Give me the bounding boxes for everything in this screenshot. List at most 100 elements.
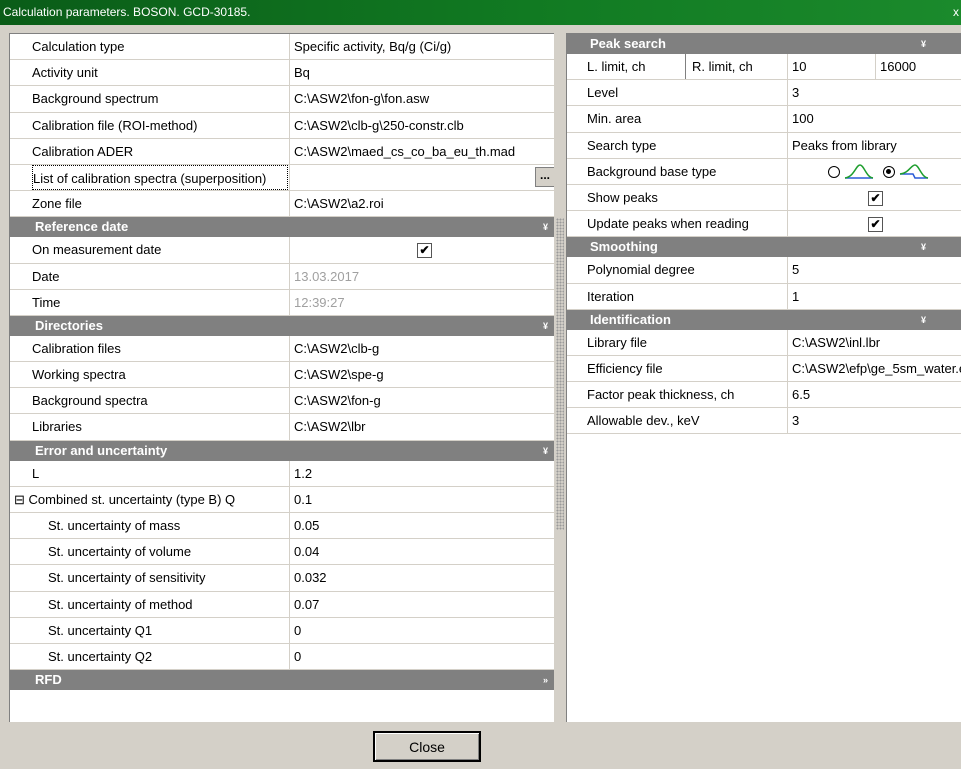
iteration-field[interactable]: 1 (787, 283, 961, 309)
calibration-ader-field[interactable]: C:\ASW2\maed_cs_co_ba_eu_th.mad (289, 138, 554, 164)
section-title: Peak search (590, 36, 666, 51)
prop-row-level[interactable]: Level 3 (567, 80, 961, 107)
working-spectra-dir-field[interactable]: C:\ASW2\spe-g (289, 362, 554, 388)
calibration-spectra-list-field[interactable]: ... (289, 164, 554, 191)
background-spectra-dir-field[interactable]: C:\ASW2\fon-g (289, 388, 554, 414)
step-background-peak-icon (899, 164, 929, 180)
update-peaks-checkbox[interactable]: ✔ (868, 217, 883, 233)
search-type-field[interactable]: Peaks from library (787, 132, 961, 158)
prop-row-date[interactable]: Date 13.03.2017 (10, 263, 554, 290)
section-rfd[interactable]: RFD » (10, 670, 554, 691)
uncertainty-sensitivity-field[interactable]: 0.032 (289, 565, 554, 591)
date-field[interactable]: 13.03.2017 (289, 263, 554, 289)
background-spectrum-field[interactable]: C:\ASW2\fon-g\fon.asw (289, 86, 554, 112)
calculation-type-field[interactable]: Specific activity, Bq/g (Ci/g) (289, 34, 554, 60)
window-close-icon[interactable]: x (953, 0, 959, 25)
collapse-chevron-icon[interactable]: ¥ (543, 441, 548, 461)
uncertainty-q1-field[interactable]: 0 (289, 617, 554, 643)
l-field[interactable]: 1.2 (289, 460, 554, 486)
l-limit-field[interactable]: 10 (787, 54, 875, 80)
prop-row-polynomial-degree[interactable]: Polynomial degree 5 (567, 257, 961, 284)
section-directories[interactable]: Directories ¥ (10, 315, 554, 336)
level-field[interactable]: 3 (787, 80, 961, 106)
prop-row-uncertainty-method[interactable]: St. uncertainty of method 0.07 (10, 591, 554, 618)
prop-row-zone-file[interactable]: Zone file C:\ASW2\a2.roi (10, 191, 554, 218)
collapse-chevron-icon[interactable]: ¥ (543, 217, 548, 237)
prop-row-uncertainty-q1[interactable]: St. uncertainty Q1 0 (10, 617, 554, 644)
prop-row-calibration-files[interactable]: Calibration files C:\ASW2\clb-g (10, 335, 554, 363)
polynomial-degree-field[interactable]: 5 (787, 257, 961, 283)
prop-row-calibration-ader[interactable]: Calibration ADER C:\ASW2\maed_cs_co_ba_e… (10, 138, 554, 165)
show-peaks-cell: ✔ (787, 184, 961, 211)
section-reference-date[interactable]: Reference date ¥ (10, 217, 554, 238)
prop-row-allowable-dev[interactable]: Allowable dev., keV 3 (567, 408, 961, 435)
libraries-dir-field[interactable]: C:\ASW2\lbr (289, 414, 554, 440)
prop-row-libraries[interactable]: Libraries C:\ASW2\lbr (10, 414, 554, 441)
background-base-step-radio[interactable] (883, 166, 896, 179)
efficiency-file-field[interactable]: C:\ASW2\efp\ge_5sm_water.efp (787, 355, 961, 382)
section-peak-search[interactable]: Peak search ¥ (567, 34, 961, 54)
prop-row-update-peaks[interactable]: Update peaks when reading ✔ (567, 211, 961, 238)
zone-file-field[interactable]: C:\ASW2\a2.roi (289, 191, 554, 217)
combined-uncertainty-field[interactable]: 0.1 (289, 486, 554, 512)
prop-row-search-type[interactable]: Search type Peaks from library (567, 132, 961, 159)
calibration-files-dir-field[interactable]: C:\ASW2\clb-g (289, 335, 554, 362)
combined-uncertainty-label[interactable]: ⊟ Combined st. uncertainty (type B) Q (14, 487, 270, 512)
allowable-dev-field[interactable]: 3 (787, 408, 961, 434)
show-peaks-checkbox[interactable]: ✔ (868, 191, 883, 206)
pane-splitter[interactable] (556, 218, 564, 530)
prop-row-factor-peak-thickness[interactable]: Factor peak thickness, ch 6.5 (567, 382, 961, 409)
min-area-field[interactable]: 100 (787, 106, 961, 132)
prop-row-efficiency-file[interactable]: Efficiency file C:\ASW2\efp\ge_5sm_water… (567, 355, 961, 383)
uncertainty-volume-field[interactable]: 0.04 (289, 539, 554, 565)
prop-row-on-measurement-date[interactable]: On measurement date ✔ (10, 237, 554, 264)
prop-row-uncertainty-q2[interactable]: St. uncertainty Q2 0 (10, 643, 554, 671)
activity-unit-field[interactable]: Bq (289, 60, 554, 86)
prop-label: St. uncertainty of method (48, 596, 193, 612)
uncertainty-mass-field[interactable]: 0.05 (289, 513, 554, 539)
uncertainty-method-field[interactable]: 0.07 (289, 591, 554, 617)
prop-row-uncertainty-mass[interactable]: St. uncertainty of mass 0.05 (10, 513, 554, 540)
section-smoothing[interactable]: Smoothing ¥ (567, 237, 961, 258)
collapse-chevron-icon[interactable]: ¥ (921, 34, 926, 54)
uncertainty-q2-field[interactable]: 0 (289, 643, 554, 670)
r-limit-field[interactable]: 16000 (875, 54, 961, 80)
collapse-chevron-icon[interactable]: ¥ (921, 237, 926, 257)
prop-row-background-base-type[interactable]: Background base type (567, 158, 961, 185)
prop-row-combined-uncertainty[interactable]: ⊟ Combined st. uncertainty (type B) Q 0.… (10, 486, 554, 513)
prop-row-library-file[interactable]: Library file C:\ASW2\inl.lbr (567, 329, 961, 356)
l-limit-label: L. limit, ch (587, 59, 646, 74)
prop-row-calibration-file[interactable]: Calibration file (ROI-method) C:\ASW2\cl… (10, 112, 554, 139)
prop-row-calibration-spectra-list[interactable]: List of calibration spectra (superpositi… (10, 164, 554, 192)
on-measurement-date-checkbox[interactable]: ✔ (417, 243, 432, 259)
prop-row-uncertainty-sensitivity[interactable]: St. uncertainty of sensitivity 0.032 (10, 565, 554, 592)
prop-row-time[interactable]: Time 12:39:27 (10, 289, 554, 316)
background-base-linear-radio[interactable] (828, 166, 840, 179)
collapse-chevron-icon[interactable]: ¥ (543, 316, 548, 336)
prop-row-l[interactable]: L 1.2 (10, 460, 554, 487)
prop-row-uncertainty-volume[interactable]: St. uncertainty of volume 0.04 (10, 539, 554, 566)
close-button[interactable]: Close (373, 731, 481, 762)
prop-row-background-spectrum[interactable]: Background spectrum C:\ASW2\fon-g\fon.as… (10, 86, 554, 113)
section-identification[interactable]: Identification ¥ (567, 309, 961, 330)
prop-row-working-spectra[interactable]: Working spectra C:\ASW2\spe-g (10, 362, 554, 389)
section-error-uncertainty[interactable]: Error and uncertainty ¥ (10, 440, 554, 461)
prop-row-iteration[interactable]: Iteration 1 (567, 283, 961, 310)
window-title-bar: Calculation parameters. BOSON. GCD-30185… (0, 0, 961, 25)
prop-row-min-area[interactable]: Min. area 100 (567, 106, 961, 133)
expand-chevron-icon[interactable]: » (543, 670, 548, 690)
collapse-chevron-icon[interactable]: ¥ (921, 310, 926, 330)
calibration-file-field[interactable]: C:\ASW2\clb-g\250-constr.clb (289, 112, 554, 138)
update-peaks-cell: ✔ (787, 211, 961, 237)
prop-label: Libraries (32, 419, 82, 435)
prop-row-activity-unit[interactable]: Activity unit Bq (10, 60, 554, 87)
browse-button[interactable]: ... (535, 166, 554, 187)
prop-row-background-spectra[interactable]: Background spectra C:\ASW2\fon-g (10, 388, 554, 415)
prop-row-show-peaks[interactable]: Show peaks ✔ (567, 184, 961, 212)
library-file-field[interactable]: C:\ASW2\inl.lbr (787, 329, 961, 355)
time-field[interactable]: 12:39:27 (289, 289, 554, 315)
prop-label: L (32, 465, 40, 481)
prop-row-limits[interactable]: L. limit, ch R. limit, ch 10 16000 (567, 54, 961, 81)
factor-peak-thickness-field[interactable]: 6.5 (787, 382, 961, 408)
prop-row-calculation-type[interactable]: Calculation type Specific activity, Bq/g… (10, 34, 554, 61)
